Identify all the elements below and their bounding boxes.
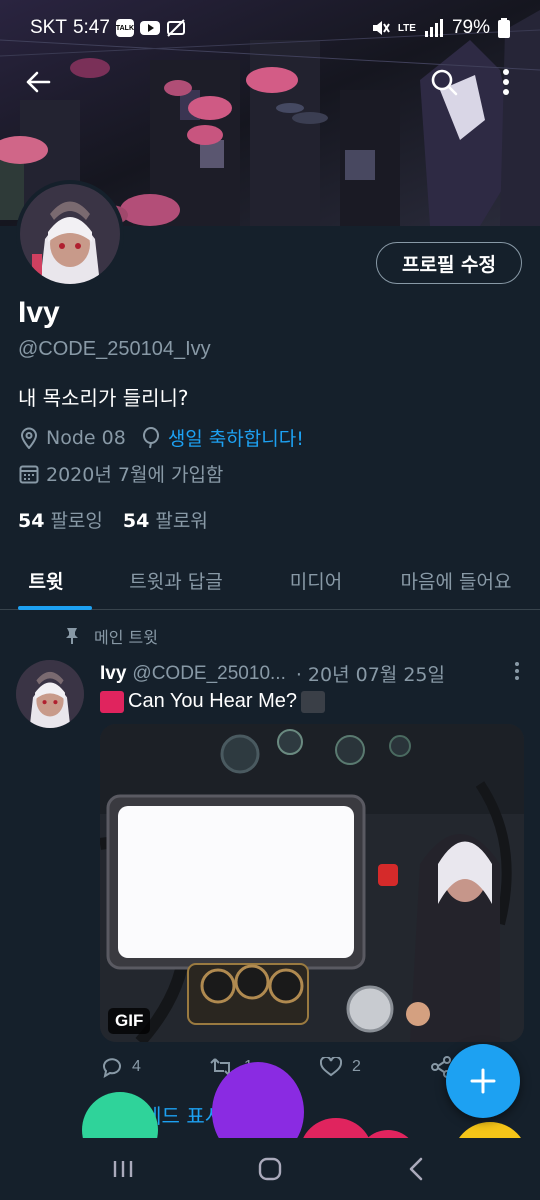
- tweet-actions: 4 1 2: [100, 1056, 480, 1078]
- chevron-left-icon: [409, 1157, 422, 1181]
- tweet-header: Ivy @CODE_25010... · 20년 07월 25일: [100, 660, 520, 687]
- like-count: 2: [352, 1058, 361, 1075]
- followers-label: 팔로워: [155, 510, 208, 532]
- tweet-avatar[interactable]: [16, 660, 84, 728]
- heart-icon: [320, 1057, 342, 1077]
- retweet-icon: [210, 1058, 234, 1076]
- following-link[interactable]: 54 팔로잉: [18, 506, 103, 533]
- system-nav-bar: [0, 1138, 540, 1200]
- compose-tweet-button[interactable]: [446, 1044, 520, 1118]
- plus-icon: [470, 1068, 496, 1094]
- profile-avatar[interactable]: [16, 180, 124, 288]
- battery-icon: [498, 18, 510, 38]
- profile-bio: 내 목소리가 들리니?: [18, 386, 189, 410]
- red-square-emoji: [100, 690, 124, 713]
- join-date-row: 2020년 7월에 가입함: [18, 460, 223, 487]
- follow-stats: 54 팔로잉 54 팔로워: [18, 506, 208, 533]
- following-label: 팔로잉: [50, 510, 103, 532]
- tweet-date: · 20년 07월 25일: [295, 664, 445, 686]
- gif-image: [100, 724, 524, 1042]
- tab-likes[interactable]: 마음에 들어요: [372, 552, 540, 609]
- tweet-body: Can You Hear Me?: [128, 690, 298, 712]
- no-camera-icon: [166, 19, 185, 37]
- network-label: LTE: [397, 22, 416, 34]
- balloon-icon: [140, 426, 162, 449]
- back-button[interactable]: [18, 62, 58, 102]
- tweet-author-handle: @CODE_25010...: [132, 662, 286, 684]
- recent-apps-button[interactable]: [93, 1144, 153, 1194]
- location-icon: [18, 427, 40, 449]
- system-back-button[interactable]: [387, 1144, 447, 1194]
- battery-percent: 79%: [451, 17, 490, 38]
- reply-count: 4: [132, 1058, 141, 1075]
- retweet-count: 1: [244, 1058, 253, 1075]
- overflow-menu-button[interactable]: [486, 62, 526, 102]
- home-icon: [258, 1157, 282, 1181]
- profile-name: Ivy: [18, 296, 60, 329]
- following-count: 54: [18, 510, 45, 532]
- status-time: 5:47: [72, 17, 110, 38]
- black-square-emoji: [301, 690, 326, 713]
- signal-icon: [424, 19, 443, 37]
- search-icon: [431, 69, 458, 96]
- reply-icon: [103, 1058, 121, 1078]
- carrier-label: SKT: [30, 17, 67, 38]
- profile-location: Node 08: [46, 426, 126, 449]
- tweet-more-button[interactable]: [514, 661, 520, 687]
- recent-apps-icon: [114, 1161, 133, 1177]
- search-button[interactable]: [424, 62, 464, 102]
- mute-icon: [372, 21, 390, 35]
- tweet-gif-media[interactable]: GIF: [100, 724, 524, 1042]
- calendar-icon: [18, 463, 40, 485]
- profile-tabs: 트윗 트윗과 답글 미디어 마음에 들어요: [0, 552, 540, 610]
- status-bar: SKT 5:47 TALK LTE 79%: [0, 0, 540, 56]
- birthday-link[interactable]: 생일 축하합니다!: [168, 424, 304, 451]
- home-button[interactable]: [240, 1144, 300, 1194]
- followers-count: 54: [122, 510, 150, 532]
- pinned-label: 메인 트윗: [94, 628, 158, 647]
- reply-button[interactable]: 4: [100, 1056, 210, 1078]
- tab-media[interactable]: 미디어: [260, 552, 372, 609]
- more-vertical-icon: [503, 69, 509, 95]
- retweet-button[interactable]: 1: [210, 1056, 320, 1078]
- profile-handle: @CODE_250104_Ivy: [18, 338, 211, 360]
- pin-icon: [66, 628, 78, 644]
- youtube-icon: [139, 21, 160, 35]
- arrow-left-icon: [26, 71, 51, 93]
- edit-profile-button[interactable]: 프로필 수정: [376, 242, 522, 284]
- gif-badge: GIF: [108, 1008, 151, 1034]
- tab-tweets[interactable]: 트윗: [0, 552, 92, 610]
- show-thread-link[interactable]: 이 스레드 표시: [100, 1100, 223, 1129]
- tweet-author-name: Ivy: [100, 662, 127, 684]
- profile-meta-row: Node 08 생일 축하합니다!: [18, 424, 304, 451]
- followers-link[interactable]: 54 팔로워: [123, 506, 208, 533]
- join-date: 2020년 7월에 가입함: [46, 464, 224, 486]
- tab-tweets-and-replies[interactable]: 트윗과 답글: [92, 552, 260, 609]
- more-vertical-icon: [515, 661, 519, 680]
- like-button[interactable]: 2: [320, 1056, 430, 1078]
- avatar-image: [20, 184, 120, 284]
- avatar-image: [16, 660, 84, 728]
- pinned-indicator: 메인 트윗: [64, 624, 158, 648]
- talk-icon: TALK: [116, 19, 134, 37]
- tweet-text: Can You Hear Me?: [100, 690, 326, 713]
